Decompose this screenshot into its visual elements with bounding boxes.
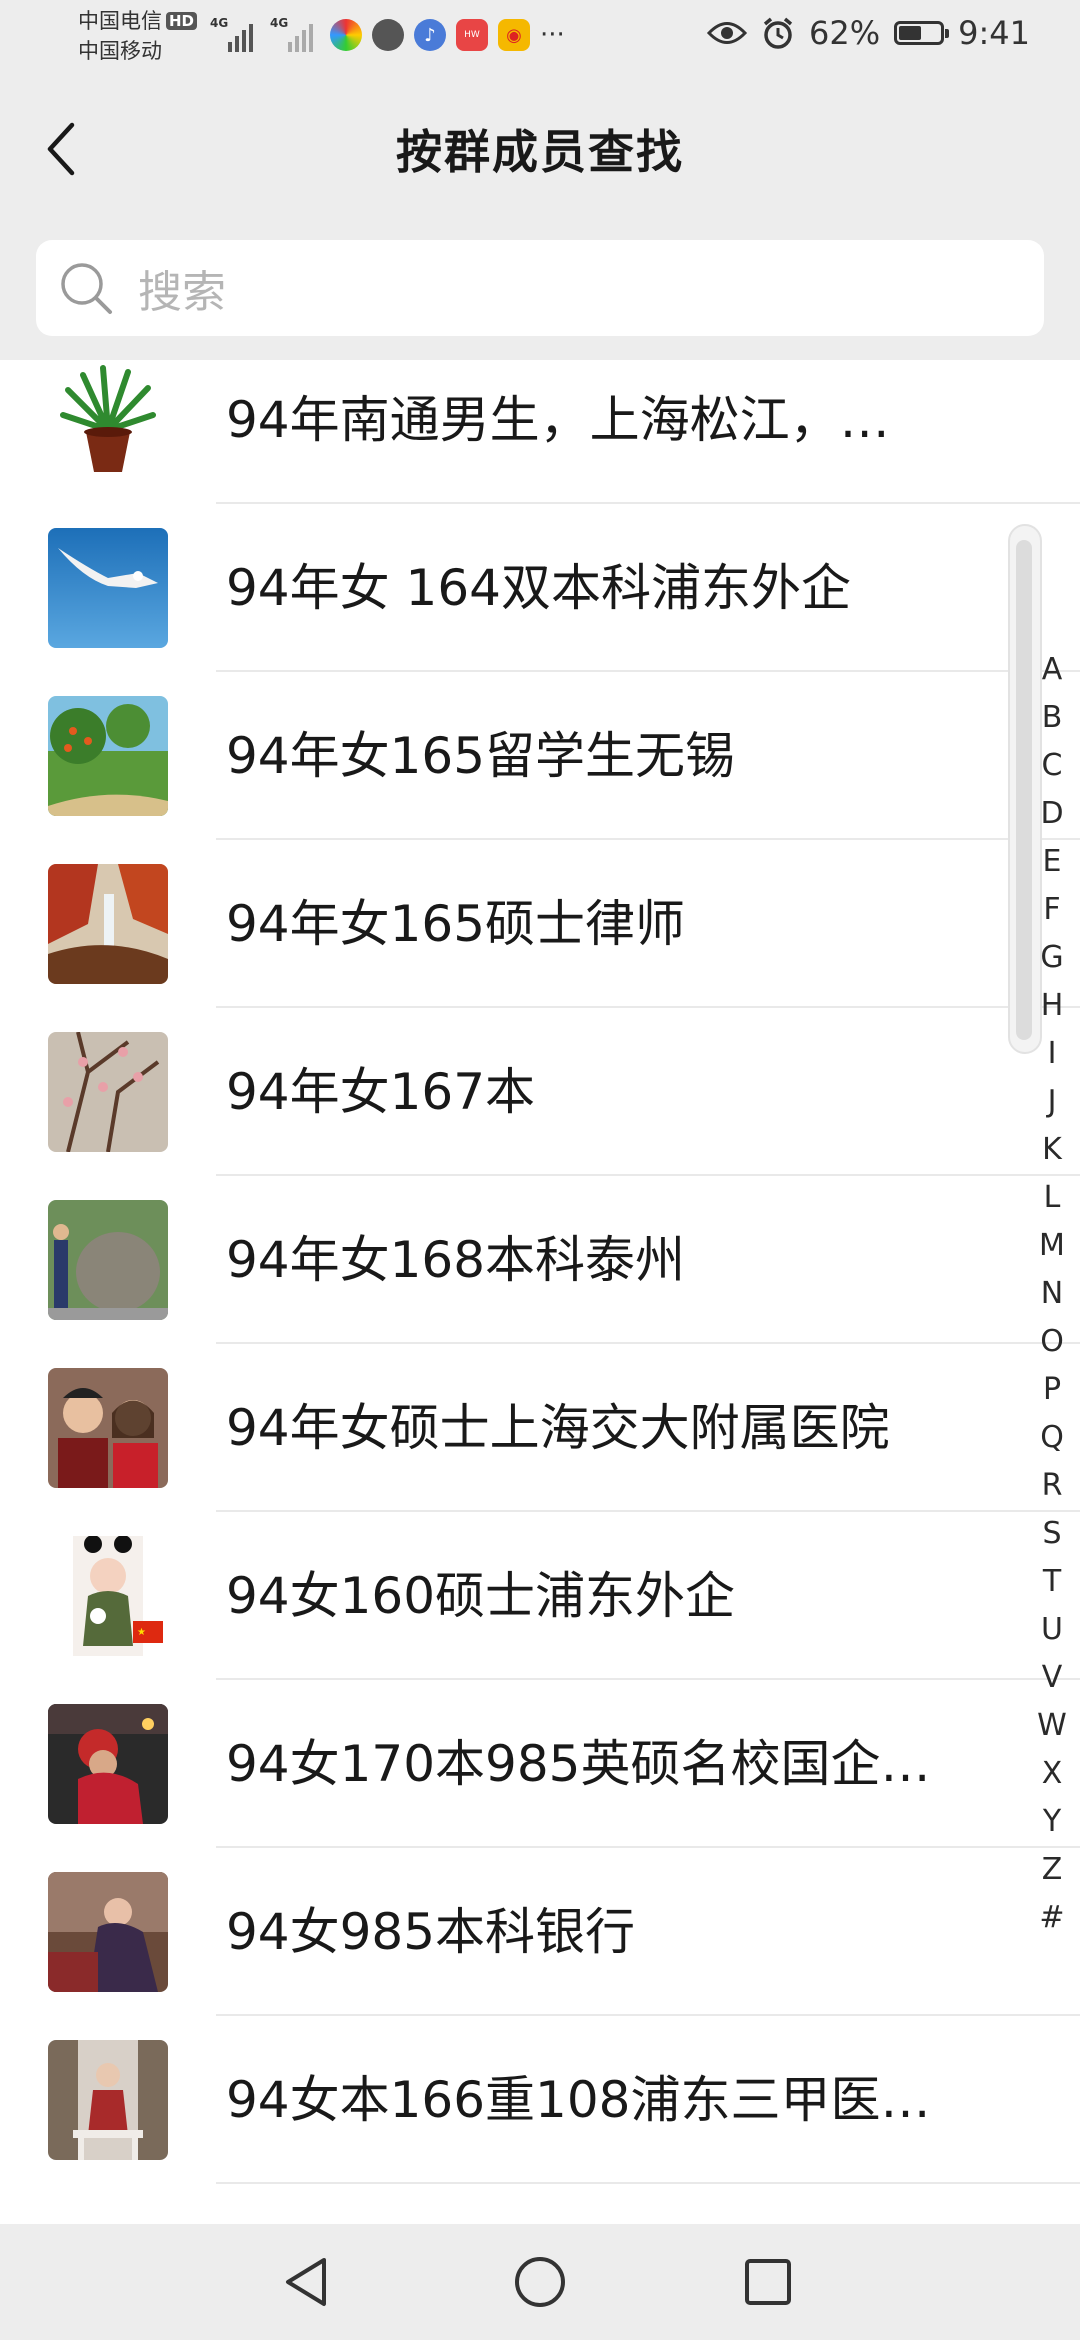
avatar (48, 1368, 168, 1488)
index-letter[interactable]: F (1030, 886, 1074, 934)
search-placeholder: 搜索 (138, 267, 226, 318)
signal-icon: 4G (210, 16, 256, 52)
list-item[interactable]: 94年女167本 (0, 1008, 1080, 1176)
index-letter[interactable]: R (1030, 1462, 1074, 1510)
list-item[interactable]: 94年女168本科泰州 (0, 1176, 1080, 1344)
index-letter[interactable]: P (1030, 1366, 1074, 1414)
index-letter[interactable]: A (1030, 646, 1074, 694)
huawei-notification-icon: HW (456, 19, 488, 51)
signal-icon-2: 4G (270, 16, 316, 52)
carrier-1: 中国电信 (78, 9, 162, 33)
index-letter[interactable]: W (1030, 1702, 1074, 1750)
avatar (48, 1200, 168, 1320)
music-notification-icon: ♪ (414, 19, 446, 51)
avatar (48, 864, 168, 984)
list-item[interactable]: 94年女165硕士律师 (0, 840, 1080, 1008)
avatar (48, 1872, 168, 1992)
carrier-info: 中国电信 HD 中国移动 (78, 6, 198, 66)
eye-icon (707, 22, 748, 44)
avatar (48, 360, 168, 480)
list-item[interactable]: 94女170本985英硕名校国企… (0, 1680, 1080, 1848)
index-letter[interactable]: N (1030, 1270, 1074, 1318)
index-letter[interactable]: Q (1030, 1414, 1074, 1462)
nav-home-button[interactable] (500, 2242, 580, 2322)
index-letter[interactable]: B (1030, 694, 1074, 742)
member-name: 94年女168本科泰州 (226, 1231, 686, 1289)
member-name: 94年女硕士上海交大附属医院 (226, 1399, 890, 1457)
battery-icon (894, 21, 950, 45)
svg-text:★: ★ (137, 1627, 146, 1638)
carrier-2: 中国移动 (78, 39, 162, 63)
list-item[interactable]: ★ 94女160硕士浦东外企 (0, 1512, 1080, 1680)
alarm-icon (763, 17, 793, 49)
clock: 9:41 (958, 14, 1030, 52)
member-name: 94女985本科银行 (226, 1903, 636, 1961)
member-name: 94年女165硕士律师 (226, 895, 686, 953)
status-bar: 中国电信 HD 中国移动 4G 4G ♪ HW ◉ ··· 62% 9:41 (0, 0, 1080, 80)
index-letter[interactable]: C (1030, 742, 1074, 790)
divider (216, 2182, 1080, 2184)
avatar (48, 1032, 168, 1152)
list-item[interactable]: 94女本166重108浦东三甲医… (0, 2016, 1080, 2184)
member-name: 94女本166重108浦东三甲医… (226, 2071, 931, 2129)
nav-recents-button[interactable] (728, 2242, 808, 2322)
list-item[interactable]: 94女985本科银行 (0, 1848, 1080, 2016)
triangle-back-icon (286, 2258, 326, 2306)
square-recents-icon (745, 2259, 791, 2305)
index-letter[interactable]: H (1030, 982, 1074, 1030)
list-item[interactable]: 94年女硕士上海交大附属医院 (0, 1344, 1080, 1512)
browser-notification-icon (372, 19, 404, 51)
avatar (48, 696, 168, 816)
search-input[interactable]: 搜索 (36, 240, 1044, 336)
index-letter[interactable]: V (1030, 1654, 1074, 1702)
index-letter[interactable]: J (1030, 1078, 1074, 1126)
index-letter[interactable]: U (1030, 1606, 1074, 1654)
page-title: 按群成员查找 (396, 125, 684, 179)
alphabet-index[interactable]: A B C D E F G H I J K L M N O P Q R S T U V W X Y Z # (1030, 646, 1074, 1942)
avatar (48, 2040, 168, 2160)
index-letter[interactable]: # (1030, 1894, 1074, 1942)
avatar: ★ (48, 1536, 168, 1656)
index-letter[interactable]: S (1030, 1510, 1074, 1558)
index-letter[interactable]: I (1030, 1030, 1074, 1078)
navigation-bar (0, 2224, 1080, 2340)
avatar (48, 1704, 168, 1824)
index-letter[interactable]: T (1030, 1558, 1074, 1606)
index-letter[interactable]: D (1030, 790, 1074, 838)
circle-home-icon (515, 2257, 565, 2307)
avatar (48, 528, 168, 648)
member-name: 94年南通男生，上海松江，… (226, 391, 890, 449)
index-letter[interactable]: K (1030, 1126, 1074, 1174)
member-name: 94年女 164双本科浦东外企 (226, 559, 851, 617)
app-notification-icon (330, 19, 362, 51)
weibo-notification-icon: ◉ (498, 19, 530, 51)
index-letter[interactable]: Y (1030, 1798, 1074, 1846)
member-name: 94年女167本 (226, 1063, 536, 1121)
list-item[interactable]: 94年南通男生，上海松江，… (0, 360, 1080, 504)
notification-icons: ♪ HW ◉ ··· (330, 19, 565, 51)
index-letter[interactable]: E (1030, 838, 1074, 886)
index-letter[interactable]: O (1030, 1318, 1074, 1366)
index-letter[interactable]: G (1030, 934, 1074, 982)
member-name: 94女160硕士浦东外企 (226, 1567, 736, 1625)
more-notifications: ··· (540, 20, 565, 50)
status-right: 62% 9:41 (707, 14, 1030, 52)
index-letter[interactable]: L (1030, 1174, 1074, 1222)
hd-badge: HD (166, 12, 198, 30)
index-letter[interactable]: Z (1030, 1846, 1074, 1894)
battery-percent: 62% (809, 14, 881, 52)
title-bar: 按群成员查找 (0, 80, 1080, 216)
member-name: 94女170本985英硕名校国企… (226, 1735, 931, 1793)
list-item[interactable]: 94年女 164双本科浦东外企 (0, 504, 1080, 672)
member-name: 94年女165留学生无锡 (226, 727, 736, 785)
list-item[interactable]: 94年女165留学生无锡 (0, 672, 1080, 840)
nav-back-button[interactable] (268, 2242, 348, 2322)
member-list[interactable]: 94年南通男生，上海松江，… 94年女 164双本科浦东外企 94年女165留学… (0, 360, 1080, 2224)
search-icon (56, 258, 116, 318)
index-letter[interactable]: X (1030, 1750, 1074, 1798)
index-letter[interactable]: M (1030, 1222, 1074, 1270)
